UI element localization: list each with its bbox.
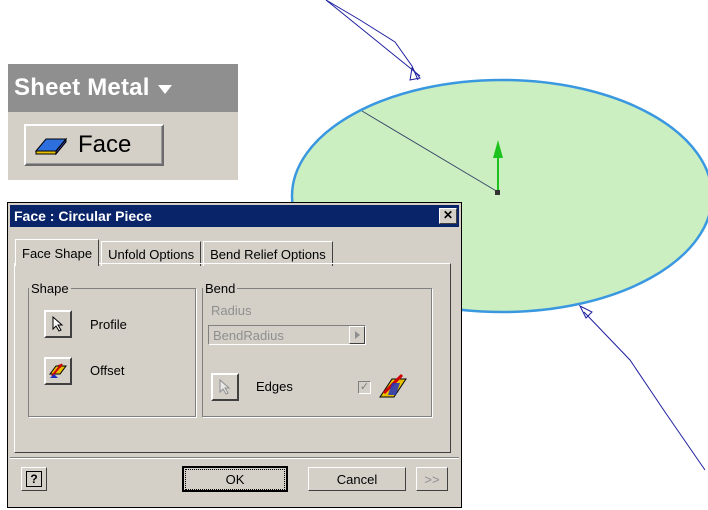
bend-edge-icon[interactable] <box>378 373 410 401</box>
radius-label: Radius <box>211 303 252 318</box>
cancel-label: Cancel <box>336 471 378 487</box>
tab-strip: Face Shape Unfold Options Bend Relief Op… <box>15 239 335 266</box>
cancel-button[interactable]: Cancel <box>308 467 406 491</box>
lead-curve-top <box>325 0 419 81</box>
offset-button[interactable] <box>44 357 72 385</box>
face-tool-label: Face <box>78 131 132 158</box>
chevron-right-icon[interactable] <box>349 326 365 344</box>
ok-button[interactable]: OK <box>182 466 288 492</box>
offset-icon <box>49 363 67 378</box>
face-dialog: Face : Circular Piece ✕ Face Shape Unfol… <box>7 202 462 508</box>
more-button[interactable]: >> <box>416 467 448 491</box>
edges-checkbox[interactable]: ✓ <box>358 381 371 394</box>
edges-label: Edges <box>256 379 293 394</box>
offset-label: Offset <box>90 363 125 378</box>
panel-title: Sheet Metal <box>14 74 150 101</box>
sketch-arrow-icon-bottom <box>578 304 593 319</box>
radius-value: BendRadius <box>213 328 284 343</box>
sheet-metal-panel: Face <box>8 112 238 180</box>
help-button[interactable]: ? <box>21 467 47 491</box>
shape-legend: Shape <box>31 281 69 296</box>
sheet-metal-panel-header[interactable]: Sheet Metal <box>8 64 238 112</box>
profile-label: Profile <box>90 317 127 332</box>
tab-face-shape[interactable]: Face Shape <box>15 239 100 266</box>
shape-group: Shape <box>28 281 196 417</box>
cursor-arrow-icon <box>52 316 64 332</box>
button-divider <box>10 457 459 459</box>
close-icon[interactable]: ✕ <box>439 208 457 224</box>
more-label: >> <box>424 471 440 487</box>
sketch-line <box>325 0 421 77</box>
lead-curve-bottom <box>583 311 706 471</box>
profile-button[interactable] <box>44 310 72 338</box>
edges-button[interactable] <box>211 373 239 401</box>
radius-select[interactable]: BendRadius <box>208 325 366 345</box>
face-tool-button[interactable]: Face <box>24 124 164 166</box>
ok-label: OK <box>184 468 286 490</box>
face-icon <box>34 137 68 156</box>
cursor-arrow-icon <box>219 379 231 395</box>
chevron-down-icon[interactable] <box>157 84 172 94</box>
center-point <box>495 190 500 195</box>
dialog-title: Face : Circular Piece <box>14 208 152 224</box>
dialog-title-bar[interactable]: Face : Circular Piece ✕ <box>10 205 459 227</box>
bend-legend: Bend <box>205 281 236 296</box>
help-icon: ? <box>26 471 42 487</box>
